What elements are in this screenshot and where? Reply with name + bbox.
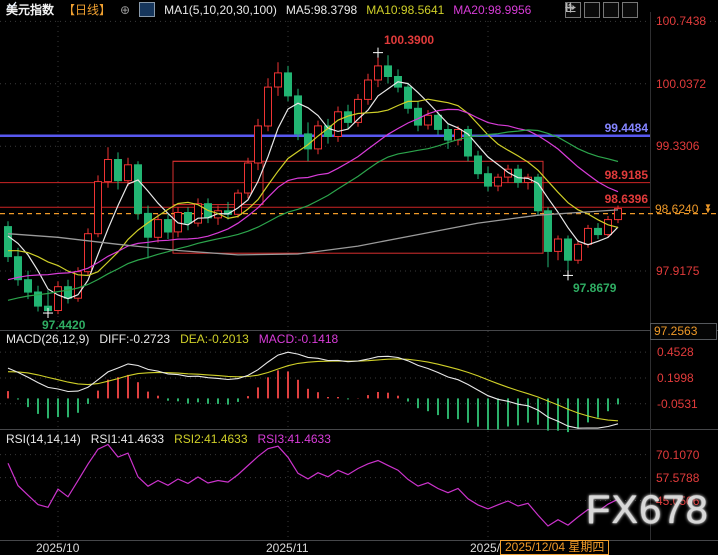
- period-label[interactable]: 【日线】: [63, 1, 111, 18]
- rsi-label-row: RSI(14,14,14) RSI1:41.4633 RSI2:41.4633 …: [6, 432, 331, 446]
- ma20-value: MA20:98.9956: [453, 3, 531, 17]
- current-date-badge: 2025/12/04 星期四: [500, 540, 609, 555]
- pane-min-price-tag: 97.2563: [650, 323, 717, 340]
- rsi3-value: RSI3:41.4633: [258, 432, 331, 446]
- rsi2-value: RSI2:41.4633: [174, 432, 247, 446]
- macd-diff-value: DIFF:-0.2723: [99, 332, 170, 346]
- price-chart-canvas[interactable]: [0, 0, 718, 555]
- macd-label-row: MACD(26,12,9) DIFF:-0.2723 DEA:-0.2013 M…: [6, 332, 338, 346]
- jump-to-latest-icon[interactable]: [622, 2, 638, 18]
- fx678-watermark: FX678: [586, 488, 709, 533]
- macd-dea-value: DEA:-0.2013: [180, 332, 249, 346]
- axis-zoom-right-icon[interactable]: [603, 2, 619, 18]
- ma10-value: MA10:98.5641: [366, 3, 444, 17]
- expand-icon[interactable]: ⊕: [120, 3, 130, 17]
- macd-settings-label[interactable]: MACD(26,12,9): [6, 332, 89, 346]
- chart-header: 美元指数 【日线】 ⊕ MA1(5,10,20,30,100) MA5:98.3…: [6, 1, 531, 18]
- axis-zoom-up-icon[interactable]: [584, 2, 600, 18]
- chart-toolbar: [565, 2, 638, 18]
- ma5-value: MA5:98.3798: [286, 3, 357, 17]
- ma-settings-label[interactable]: MA1(5,10,20,30,100): [164, 3, 277, 17]
- rsi1-value: RSI1:41.4633: [91, 432, 164, 446]
- macd-value: MACD:-0.1418: [259, 332, 338, 346]
- chart-application-window: 美元指数 【日线】 ⊕ MA1(5,10,20,30,100) MA5:98.3…: [0, 0, 718, 555]
- chart-type-icon[interactable]: [139, 2, 155, 17]
- price-tag-arrows-icon[interactable]: ▼▼: [704, 204, 712, 214]
- rsi-settings-label[interactable]: RSI(14,14,14): [6, 432, 81, 446]
- current-price-tag: 98.6240: [655, 202, 698, 216]
